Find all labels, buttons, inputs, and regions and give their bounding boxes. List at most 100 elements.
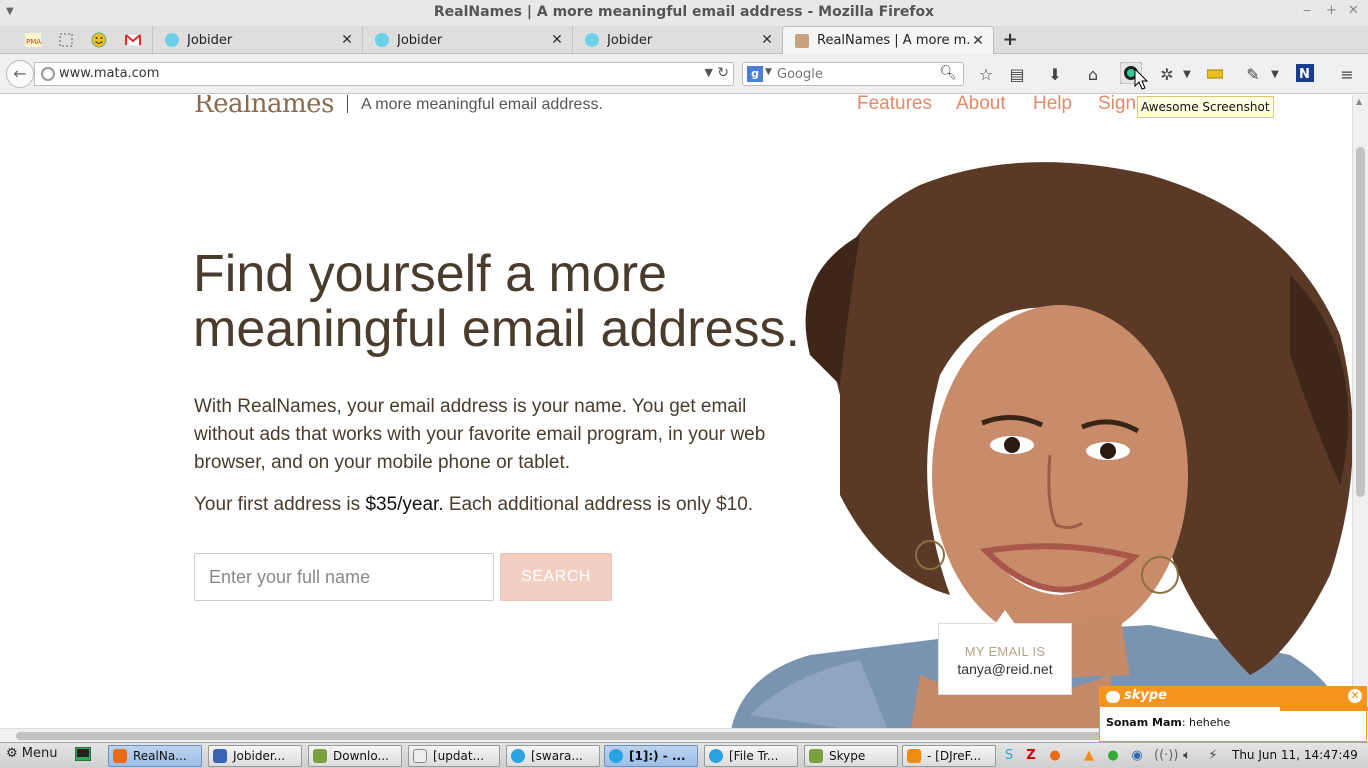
hero-description: With RealNames, your email address is yo…	[194, 396, 766, 473]
hero-headline: Find yourself a more meaningful email ad…	[193, 245, 800, 358]
pinned-tab-gmail[interactable]	[122, 30, 144, 50]
nav-link-features[interactable]: Features	[857, 95, 932, 115]
search-input[interactable]	[777, 65, 937, 83]
hamburger-menu-icon[interactable]: ≡	[1336, 64, 1358, 86]
taskbar-item-swara[interactable]: [swara...	[506, 745, 600, 767]
skype-sender: Sonam Mam	[1106, 716, 1182, 729]
tagline: A more meaningful email address.	[361, 96, 603, 113]
taskbar-item-skype[interactable]: Skype	[804, 745, 898, 767]
dashed-square-icon	[59, 33, 73, 47]
mouse-cursor-icon	[1134, 68, 1149, 90]
addon-dropdown-icon[interactable]: ▼	[1176, 64, 1198, 86]
pinned-tab-smiley[interactable]	[88, 30, 110, 50]
hexagon-app-icon	[213, 749, 227, 763]
url-history-dropdown-icon[interactable]: ▼	[705, 66, 713, 79]
vertical-scrollbar[interactable]: ▲	[1352, 95, 1368, 728]
minimize-icon[interactable]: ‒	[1303, 3, 1311, 18]
folder-icon	[313, 749, 327, 763]
eyedropper-dropdown-icon[interactable]: ▼	[1264, 64, 1286, 86]
url-text: www.mata.com	[59, 66, 160, 81]
addon-bug-icon[interactable]: ✲	[1156, 64, 1178, 86]
realnames-logo[interactable]: Realnames	[194, 95, 334, 119]
tab-jobider-1[interactable]: Jobider ✕	[152, 26, 362, 54]
pinned-tab-pma[interactable]: PMA	[22, 30, 44, 50]
nav-link-about[interactable]: About	[956, 95, 1006, 115]
tab-strip: PMA Jobider ✕ Jobider ✕ Jobider ✕ RealNa…	[0, 26, 1368, 54]
eyedropper-icon[interactable]: ✎	[1242, 64, 1264, 86]
taskbar-item-label: RealNa...	[133, 749, 187, 763]
tab-jobider-3[interactable]: Jobider ✕	[572, 26, 782, 54]
pma-icon: PMA	[25, 33, 41, 47]
start-menu-button[interactable]: ⚙ Menu	[6, 746, 58, 761]
power-plug-icon[interactable]: ⚡	[1204, 747, 1222, 765]
taskbar-item-firefox[interactable]: RealNa...	[108, 745, 202, 767]
ruler-icon[interactable]	[1204, 64, 1226, 86]
skype-notification[interactable]: skype ✕ Sonam Mam: hehehe	[1099, 686, 1368, 742]
search-button[interactable]: SEARCH	[500, 553, 612, 601]
text-file-icon	[413, 749, 427, 763]
volume-icon[interactable]: 🔈︎	[1178, 747, 1196, 765]
globe-icon	[41, 67, 55, 81]
close-tab-icon[interactable]: ✕	[338, 32, 356, 48]
bookmark-star-icon[interactable]: ☆	[975, 64, 997, 86]
filezilla-icon[interactable]: Z	[1022, 747, 1040, 765]
onenote-icon[interactable]: N	[1294, 64, 1316, 86]
update-icon[interactable]: ●	[1104, 747, 1122, 765]
downloads-icon[interactable]: ⬇	[1044, 64, 1066, 86]
firefox-tray-icon[interactable]: ●	[1046, 747, 1064, 765]
pinned-tab-blank[interactable]	[55, 30, 77, 50]
bookmarks-list-icon[interactable]: ▤	[1006, 64, 1028, 86]
vlc-tray-icon[interactable]: ▲	[1080, 747, 1098, 765]
pricing-prefix: Your first address is	[194, 494, 366, 515]
taskbar-item-vlc[interactable]: - [DJreF...	[902, 745, 996, 767]
show-desktop-icon[interactable]	[74, 746, 92, 765]
tab-title: Jobider	[607, 32, 653, 48]
gmail-icon	[125, 34, 141, 46]
engine-dropdown-icon[interactable]: ▼	[765, 67, 772, 77]
logo-divider	[347, 95, 348, 113]
nav-link-sign[interactable]: Sign	[1098, 95, 1136, 115]
reload-icon[interactable]: ↻	[717, 65, 729, 81]
taskbar-item-label: [1]:) - ...	[629, 749, 686, 763]
taskbar: ⚙ Menu RealNa... Jobider... Downlo... [u…	[0, 742, 1368, 768]
scroll-up-icon[interactable]: ▲	[1356, 97, 1362, 106]
close-tab-icon[interactable]: ✕	[969, 33, 987, 49]
skype-icon	[511, 749, 525, 763]
clock[interactable]: Thu Jun 11, 14:47:49	[1232, 748, 1358, 762]
navigation-toolbar: ← www.mata.com ▼ ↻ g ▼ 🔍︎ ☆ ▤ ⬇ ⌂ ✲ ▼ ✎ …	[0, 54, 1368, 94]
search-icon[interactable]: 🔍︎	[939, 65, 957, 81]
pricing-text: Your first address is $35/year. Each add…	[194, 494, 753, 516]
nav-link-help[interactable]: Help	[1033, 95, 1072, 115]
close-tab-icon[interactable]: ✕	[758, 32, 776, 48]
tab-realnames[interactable]: RealNames | A more m... ✕	[782, 26, 994, 54]
close-window-icon[interactable]: ✕	[1348, 3, 1359, 18]
new-tab-button[interactable]: +	[1000, 30, 1020, 50]
taskbar-item-downloads[interactable]: Downlo...	[308, 745, 402, 767]
skype-tray-icon[interactable]: S	[1000, 747, 1018, 765]
email-callout-label: MY EMAIL IS	[964, 644, 1046, 659]
shield-icon[interactable]: ◉	[1128, 747, 1146, 765]
taskbar-item-file-transfer[interactable]: [File Tr...	[704, 745, 798, 767]
taskbar-item-label: - [DJreF...	[927, 749, 982, 763]
close-notification-icon[interactable]: ✕	[1348, 689, 1362, 703]
callout-pointer	[995, 610, 1015, 624]
start-menu-label: Menu	[21, 746, 58, 761]
taskbar-item-jobider[interactable]: Jobider...	[208, 745, 302, 767]
tab-jobider-2[interactable]: Jobider ✕	[362, 26, 572, 54]
home-icon[interactable]: ⌂	[1082, 64, 1104, 86]
vertical-scroll-thumb[interactable]	[1356, 147, 1365, 497]
window-titlebar: ▼ RealNames | A more meaningful email ad…	[0, 0, 1368, 26]
wifi-icon[interactable]: ((·))	[1154, 747, 1178, 765]
back-button[interactable]: ←	[6, 60, 34, 88]
url-bar[interactable]: www.mata.com ▼ ↻	[34, 62, 734, 86]
full-name-input[interactable]	[194, 553, 494, 601]
realnames-favicon-icon	[795, 33, 809, 48]
tab-title: Jobider	[187, 32, 233, 48]
close-tab-icon[interactable]: ✕	[548, 32, 566, 48]
google-icon[interactable]: g	[747, 66, 763, 82]
taskbar-item-update[interactable]: [updat...	[408, 745, 500, 767]
taskbar-item-chat[interactable]: [1]:) - ...	[604, 745, 698, 767]
maximize-icon[interactable]: +	[1326, 3, 1337, 18]
horizontal-scroll-thumb[interactable]	[16, 732, 1116, 740]
search-bar[interactable]: g ▼ 🔍︎	[742, 62, 964, 86]
